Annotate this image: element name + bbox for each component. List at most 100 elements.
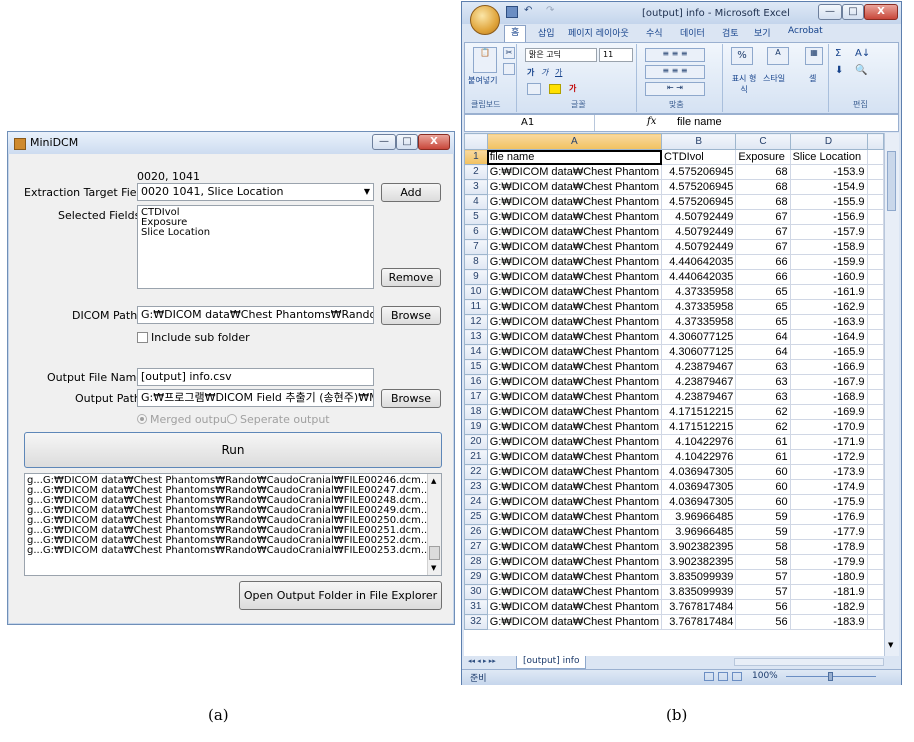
- align-left-icon[interactable]: ≡ ≡ ≡: [645, 65, 705, 79]
- cell[interactable]: 60: [735, 479, 791, 495]
- row-header[interactable]: 20: [464, 434, 488, 450]
- cell[interactable]: G:₩DICOM data₩Chest Phantom: [486, 419, 663, 435]
- cell-empty[interactable]: [866, 239, 884, 255]
- cell[interactable]: 57: [735, 569, 791, 585]
- row-header[interactable]: 26: [464, 524, 488, 540]
- cell[interactable]: Slice Location: [789, 149, 868, 165]
- cell[interactable]: G:₩DICOM data₩Chest Phantom: [486, 584, 663, 600]
- cell[interactable]: 4.036947305: [661, 479, 737, 495]
- row-header[interactable]: 31: [464, 599, 488, 615]
- seperate-output-radio[interactable]: [227, 414, 237, 424]
- row-header[interactable]: 29: [464, 569, 488, 585]
- page-layout-view-icon[interactable]: [718, 672, 728, 681]
- row-header[interactable]: 7: [464, 239, 488, 255]
- cell[interactable]: 58: [735, 539, 791, 555]
- cell[interactable]: -166.9: [789, 359, 868, 375]
- cell[interactable]: G:₩DICOM data₩Chest Phantom: [486, 194, 663, 210]
- row-header[interactable]: 30: [464, 584, 488, 600]
- find-icon[interactable]: 🔍: [855, 65, 867, 76]
- cell[interactable]: -176.9: [789, 509, 868, 525]
- add-button[interactable]: Add: [381, 183, 441, 202]
- border-icon[interactable]: [527, 83, 541, 95]
- cell[interactable]: -167.9: [789, 374, 868, 390]
- horizontal-scrollbar[interactable]: [734, 658, 884, 666]
- sheet-nav-icon[interactable]: ◂◂ ◂ ▸ ▸▸: [468, 657, 496, 665]
- cell-empty[interactable]: [866, 419, 884, 435]
- cell[interactable]: -154.9: [789, 179, 868, 195]
- cell-empty[interactable]: [866, 584, 884, 600]
- cell-empty[interactable]: [866, 269, 884, 285]
- cell[interactable]: 3.902382395: [661, 554, 737, 570]
- cell[interactable]: 65: [735, 284, 791, 300]
- cell[interactable]: -153.9: [789, 164, 868, 180]
- cell[interactable]: 4.37335958: [661, 299, 737, 315]
- row-header[interactable]: 18: [464, 404, 488, 420]
- cell[interactable]: 61: [735, 434, 791, 450]
- cell[interactable]: 67: [735, 224, 791, 240]
- log-scrollbar[interactable]: ▲ ▼: [427, 474, 441, 575]
- cell-empty[interactable]: [866, 569, 884, 585]
- fx-icon[interactable]: fx: [647, 116, 656, 127]
- cell[interactable]: 4.50792449: [661, 209, 737, 225]
- cell[interactable]: 67: [735, 239, 791, 255]
- cell[interactable]: G:₩DICOM data₩Chest Phantom: [486, 509, 663, 525]
- cell[interactable]: 61: [735, 449, 791, 465]
- excel-minimize-button[interactable]: —: [818, 4, 842, 20]
- cell[interactable]: G:₩DICOM data₩Chest Phantom: [486, 179, 663, 195]
- cell[interactable]: 66: [735, 254, 791, 270]
- cell[interactable]: 4.37335958: [661, 284, 737, 300]
- cell[interactable]: -177.9: [789, 524, 868, 540]
- cell[interactable]: -172.9: [789, 449, 868, 465]
- cell[interactable]: G:₩DICOM data₩Chest Phantom: [486, 284, 663, 300]
- row-header[interactable]: 27: [464, 539, 488, 555]
- cell[interactable]: 66: [735, 269, 791, 285]
- cell-empty[interactable]: [866, 524, 884, 540]
- cell[interactable]: 63: [735, 374, 791, 390]
- cell[interactable]: 3.835099939: [661, 569, 737, 585]
- cell-empty[interactable]: [866, 554, 884, 570]
- excel-titlebar[interactable]: ↶ ↷ [output] info - Microsoft Excel — □ …: [462, 2, 901, 24]
- cell[interactable]: 3.767817484: [661, 599, 737, 615]
- row-header[interactable]: 23: [464, 479, 488, 495]
- minidcm-titlebar[interactable]: MiniDCM — □ X: [8, 132, 454, 154]
- ribbon-tab-formulas[interactable]: 수식: [646, 26, 663, 39]
- cell[interactable]: -159.9: [789, 254, 868, 270]
- cell[interactable]: 57: [735, 584, 791, 600]
- cell[interactable]: Exposure: [735, 149, 791, 165]
- save-icon[interactable]: [506, 6, 518, 18]
- paste-icon[interactable]: 📋: [473, 47, 497, 73]
- dicom-path-field[interactable]: G:₩DICOM data₩Chest Phantoms₩Rando₩Caud: [137, 306, 374, 324]
- cell[interactable]: G:₩DICOM data₩Chest Phantom: [486, 569, 663, 585]
- maximize-button[interactable]: □: [396, 134, 418, 150]
- browse-output-button[interactable]: Browse: [381, 389, 441, 408]
- scroll-up-icon[interactable]: ▲: [431, 477, 436, 485]
- cell[interactable]: G:₩DICOM data₩Chest Phantom: [486, 599, 663, 615]
- cell[interactable]: G:₩DICOM data₩Chest Phantom: [486, 224, 663, 240]
- cell[interactable]: 60: [735, 494, 791, 510]
- style-icon[interactable]: A: [767, 47, 789, 65]
- row-header[interactable]: 12: [464, 314, 488, 330]
- cell[interactable]: G:₩DICOM data₩Chest Phantom: [486, 344, 663, 360]
- cell[interactable]: 58: [735, 554, 791, 570]
- row-header[interactable]: 5: [464, 209, 488, 225]
- formula-input[interactable]: file name: [677, 116, 722, 128]
- cell-empty[interactable]: [866, 359, 884, 375]
- cell[interactable]: -160.9: [789, 269, 868, 285]
- cell[interactable]: 4.440642035: [661, 269, 737, 285]
- font-size-box[interactable]: 11: [599, 48, 633, 62]
- cell-empty[interactable]: [866, 434, 884, 450]
- cell[interactable]: 4.10422976: [661, 434, 737, 450]
- cell[interactable]: -169.9: [789, 404, 868, 420]
- column-header[interactable]: D: [789, 133, 868, 150]
- cell[interactable]: G:₩DICOM data₩Chest Phantom: [486, 434, 663, 450]
- cell[interactable]: -163.9: [789, 314, 868, 330]
- cell[interactable]: G:₩DICOM data₩Chest Phantom: [486, 389, 663, 405]
- sheet-tab[interactable]: [output] info: [516, 656, 587, 669]
- cell[interactable]: 59: [735, 509, 791, 525]
- cell-empty[interactable]: [866, 194, 884, 210]
- cell[interactable]: 4.23879467: [661, 374, 737, 390]
- cell[interactable]: 62: [735, 419, 791, 435]
- page-break-view-icon[interactable]: [732, 672, 742, 681]
- cell-empty[interactable]: [866, 224, 884, 240]
- copy-icon[interactable]: [503, 63, 515, 75]
